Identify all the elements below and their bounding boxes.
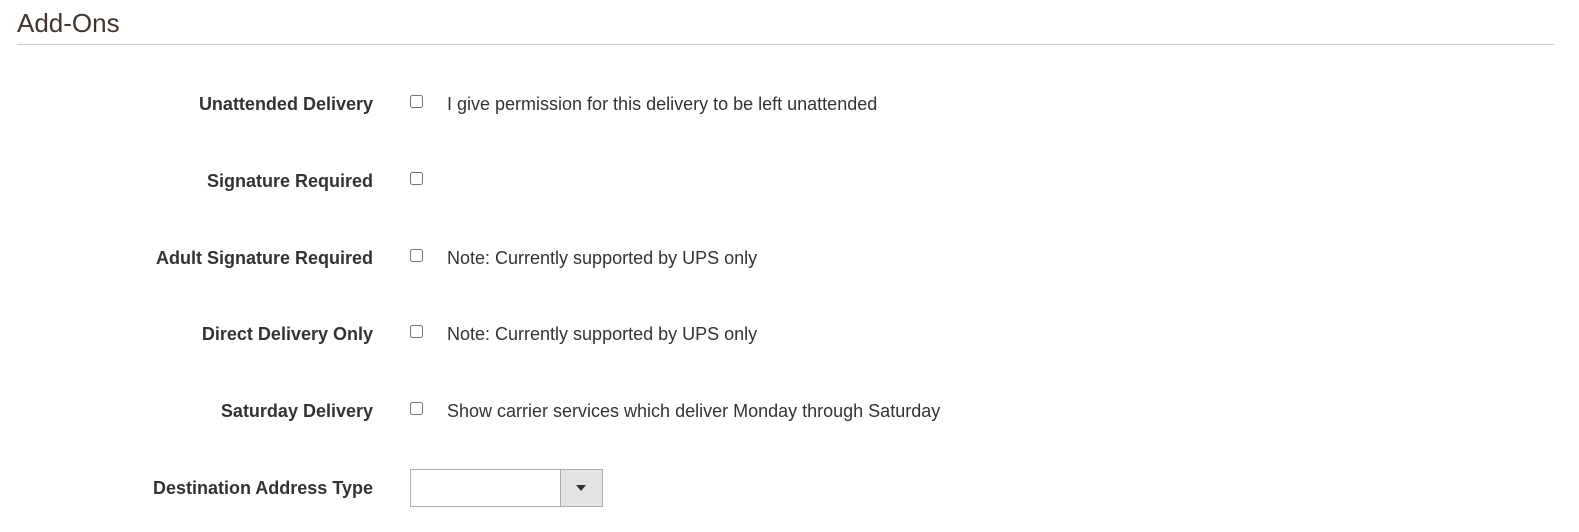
chevron-down-icon	[576, 485, 586, 491]
saturday-delivery-row: Saturday Delivery Show carrier services …	[0, 396, 1579, 426]
destination-address-type-label: Destination Address Type	[152, 478, 373, 498]
unattended-delivery-row: Unattended Delivery I give permission fo…	[0, 89, 1579, 119]
direct-delivery-only-note: Note: Currently supported by UPS only	[447, 324, 758, 344]
adult-signature-required-note: Note: Currently supported by UPS only	[447, 248, 758, 268]
unattended-delivery-checkbox[interactable]	[410, 95, 423, 108]
signature-required-label: Signature Required	[206, 171, 373, 191]
saturday-delivery-note: Show carrier services which deliver Mond…	[447, 401, 941, 421]
destination-address-type-row: Destination Address Type	[0, 469, 1579, 507]
unattended-delivery-note: I give permission for this delivery to b…	[447, 94, 878, 114]
section-divider	[17, 44, 1554, 45]
adult-signature-required-row: Adult Signature Required Note: Currently…	[0, 243, 1579, 273]
adult-signature-required-checkbox[interactable]	[410, 249, 423, 262]
section-title: Add-Ons	[17, 8, 120, 38]
direct-delivery-only-checkbox[interactable]	[410, 325, 423, 338]
saturday-delivery-label: Saturday Delivery	[220, 401, 373, 421]
saturday-delivery-checkbox[interactable]	[410, 402, 423, 415]
destination-address-type-select[interactable]	[410, 469, 603, 507]
direct-delivery-only-label: Direct Delivery Only	[201, 324, 373, 344]
adult-signature-required-label: Adult Signature Required	[155, 248, 373, 268]
signature-required-checkbox[interactable]	[410, 172, 423, 185]
signature-required-row: Signature Required	[0, 166, 1579, 196]
select-toggle[interactable]	[560, 470, 602, 506]
unattended-delivery-label: Unattended Delivery	[198, 94, 373, 114]
direct-delivery-only-row: Direct Delivery Only Note: Currently sup…	[0, 319, 1579, 349]
